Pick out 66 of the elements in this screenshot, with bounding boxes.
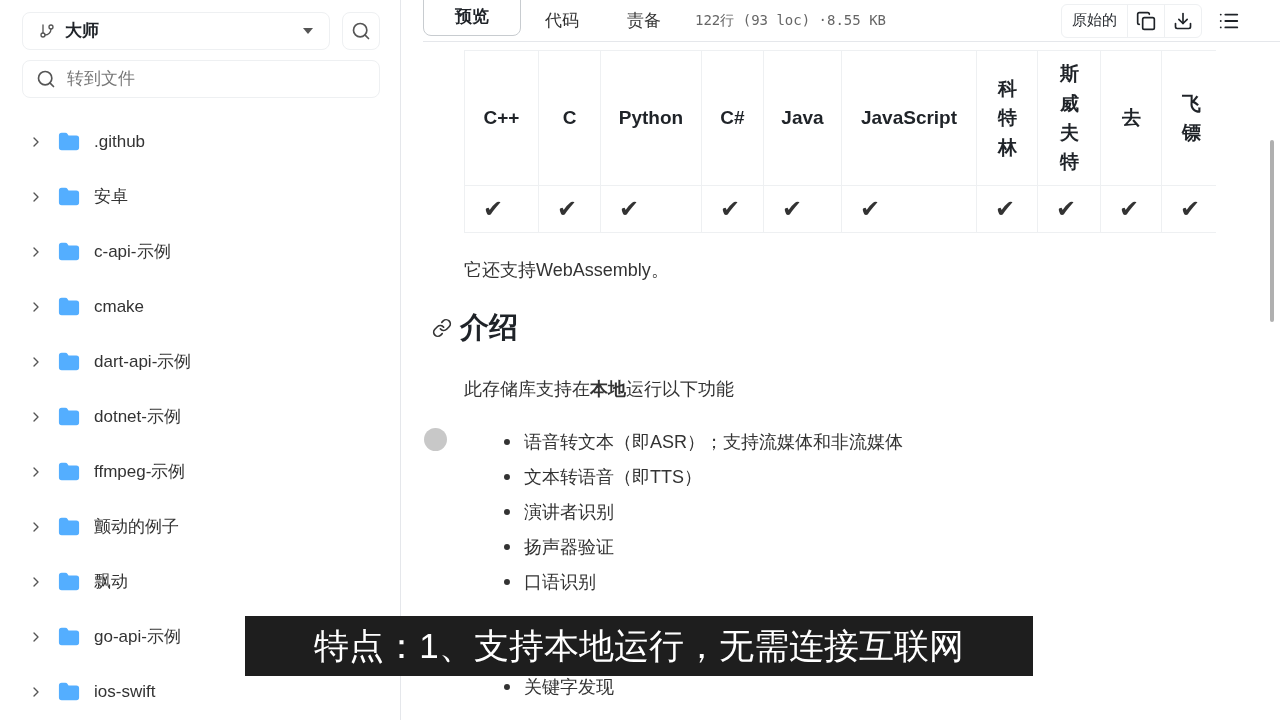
tree-item[interactable]: dart-api-示例 xyxy=(22,334,232,389)
tree-item[interactable]: ffmpeg-示例 xyxy=(22,444,232,499)
tree-item[interactable]: cmake xyxy=(22,279,232,334)
tree-item[interactable]: c-api-示例 xyxy=(22,224,232,279)
folder-icon xyxy=(58,130,80,153)
anchor-link-icon[interactable] xyxy=(432,317,452,338)
table-header-cell: C# xyxy=(701,50,764,186)
table-header-cell: Python xyxy=(600,50,702,186)
tree-item[interactable]: 安卓 xyxy=(22,169,232,224)
section-heading: 介绍 xyxy=(460,310,518,345)
folder-icon xyxy=(58,570,80,593)
table-cell: ✔ xyxy=(976,185,1038,233)
table-header-cell: 科特林 xyxy=(976,50,1038,186)
table-cell: ✔ xyxy=(1100,185,1162,233)
subtitle-caption: 特点：1、支持本地运行，无需连接互联网 xyxy=(245,616,1033,676)
folder-icon xyxy=(58,680,80,703)
table-header-cell: 斯威夫特 xyxy=(1037,50,1101,186)
search-icon xyxy=(36,69,56,89)
paragraph: 此存储库支持在本地运行以下功能 xyxy=(464,377,735,401)
folder-icon xyxy=(58,515,80,538)
view-tab[interactable]: 责备 xyxy=(603,1,685,40)
tree-item[interactable]: .github xyxy=(22,114,232,169)
folder-icon xyxy=(58,625,80,648)
branch-icon xyxy=(39,23,55,39)
table-header-cell: JavaScript xyxy=(841,50,977,186)
list-item: 扬声器验证 xyxy=(504,529,1280,565)
folder-icon xyxy=(58,350,80,373)
folder-icon xyxy=(58,240,80,263)
tree-item[interactable]: 颤动的例子 xyxy=(22,499,232,554)
table-header-cell: Java xyxy=(763,50,842,186)
folder-icon xyxy=(58,460,80,483)
table-cell: ✔ xyxy=(1037,185,1101,233)
tree-item[interactable]: go-api-示例 xyxy=(22,609,232,664)
search-button[interactable] xyxy=(342,12,380,50)
scrollbar[interactable] xyxy=(1270,140,1274,322)
view-tab[interactable]: 预览 xyxy=(423,0,521,36)
list-item: 文本转语音（即TTS） xyxy=(504,459,1280,495)
view-tab[interactable]: 代码 xyxy=(521,1,603,40)
folder-icon xyxy=(58,405,80,428)
branch-selector[interactable]: 大师 xyxy=(22,12,330,50)
file-search-field[interactable]: 转到文件 xyxy=(22,60,380,98)
paragraph: 它还支持WebAssembly。 xyxy=(464,259,670,282)
table-cell: ✔ xyxy=(600,185,702,233)
table-header-cell: C++ xyxy=(464,50,539,186)
table-header-cell: 飞镖 xyxy=(1161,50,1216,186)
table-cell: ✔ xyxy=(538,185,601,233)
list-item: 演讲者识别 xyxy=(504,494,1280,530)
tree-item[interactable]: ios-swift xyxy=(22,664,232,719)
download-icon xyxy=(1173,10,1193,31)
file-info: 122行 (93 loc) ·8.55 KB xyxy=(695,11,886,30)
copy-icon xyxy=(1136,10,1156,31)
folder-icon xyxy=(58,295,80,318)
table-cell: ✔ xyxy=(701,185,764,233)
list-item: 语音转文本（即ASR）；支持流媒体和非流媒体 xyxy=(504,424,1280,460)
table-cell: ✔ xyxy=(763,185,842,233)
list-item: 口语识别 xyxy=(504,564,1280,600)
tree-item[interactable]: 飘动 xyxy=(22,554,232,609)
table-header-cell: C xyxy=(538,50,601,186)
table-cell: ✔ xyxy=(464,185,539,233)
search-icon xyxy=(351,21,371,41)
folder-icon xyxy=(58,185,80,208)
tree-item[interactable]: dotnet-示例 xyxy=(22,389,232,444)
table-header-cell: 去 xyxy=(1100,50,1162,186)
caret-icon xyxy=(303,28,313,34)
raw-button[interactable]: 原始的 xyxy=(1062,4,1127,37)
table-cell: ✔ xyxy=(841,185,977,233)
